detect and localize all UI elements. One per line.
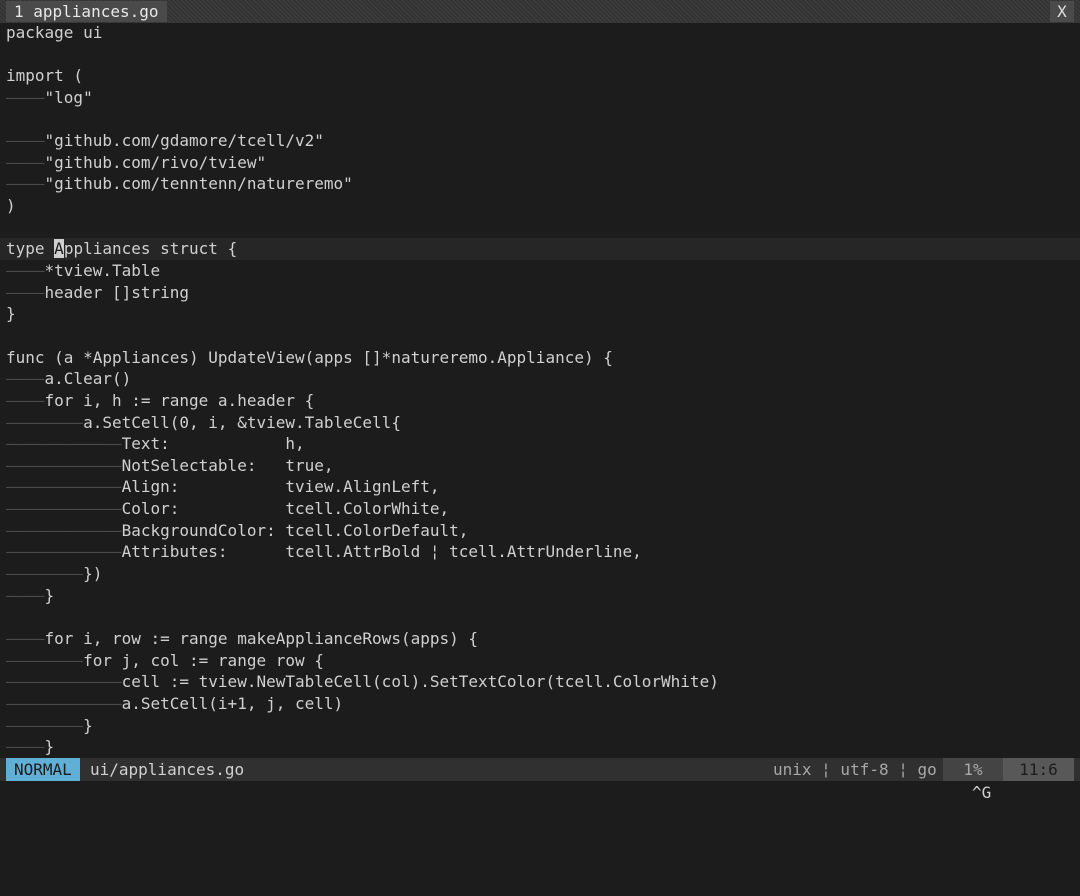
indent-guide: ––––: [6, 369, 45, 389]
code-line[interactable]: ––––*tview.Table: [0, 260, 1080, 282]
code-text: }: [44, 737, 55, 757]
code-text: for j, col := range row {: [83, 650, 324, 670]
code-line[interactable]: ––––a.Clear(): [0, 368, 1080, 390]
indent-guide: ––––––––––––: [6, 672, 122, 692]
statusline: NORMAL ui/appliances.go unix ¦ utf-8 ¦ g…: [0, 758, 1080, 781]
command-line[interactable]: ^G: [0, 781, 1080, 804]
indent-guide: ––––––––––––: [6, 434, 122, 454]
code-text: header []string: [44, 282, 190, 302]
code-text: }: [44, 585, 55, 605]
status-percent: 1%: [943, 758, 1003, 781]
code-text: type Appliances struct {: [6, 239, 238, 259]
indent-guide: ––––: [6, 390, 45, 410]
code-text: func (a *Appliances) UpdateView(apps []*…: [6, 347, 613, 367]
code-text: }: [6, 304, 16, 324]
code-line[interactable]: type Appliances struct {: [0, 238, 1080, 261]
code-line[interactable]: ––––––––for j, col := range row {: [0, 650, 1080, 672]
indent-guide: ––––: [6, 737, 45, 757]
code-line[interactable]: ––––––––––––Align: tview.AlignLeft,: [0, 476, 1080, 498]
close-tab-button[interactable]: X: [1050, 1, 1074, 22]
indent-guide: ––––––––––––: [6, 499, 122, 519]
code-text: Color: tcell.ColorWhite,: [121, 499, 450, 519]
code-line[interactable]: ––––––––a.SetCell(0, i, &tview.TableCell…: [0, 412, 1080, 434]
code-text: Attributes: tcell.AttrBold ¦ tcell.AttrU…: [121, 542, 642, 562]
editor-buffer[interactable]: package ui import (––––"log" ––––"github.c…: [0, 22, 1080, 758]
code-line[interactable]: [0, 109, 1080, 131]
code-text: }): [83, 564, 103, 584]
code-line[interactable]: import (: [0, 65, 1080, 87]
code-text: *tview.Table: [44, 261, 161, 281]
code-line[interactable]: ––––––––––––Attributes: tcell.AttrBold ¦…: [0, 541, 1080, 563]
code-text: "github.com/rivo/tview": [44, 152, 267, 172]
indent-guide: ––––: [6, 628, 45, 648]
code-text: NotSelectable: true,: [121, 455, 334, 475]
code-line[interactable]: ––––}: [0, 736, 1080, 758]
code-line[interactable]: ––––}: [0, 585, 1080, 607]
code-line[interactable]: ––––––––––––a.SetCell(i+1, j, cell): [0, 693, 1080, 715]
code-line[interactable]: ––––––––}: [0, 715, 1080, 737]
code-line[interactable]: [0, 44, 1080, 66]
code-line[interactable]: [0, 217, 1080, 239]
indent-guide: ––––––––: [6, 715, 84, 735]
indent-guide: ––––: [6, 152, 45, 172]
code-text: ): [6, 196, 16, 216]
code-line[interactable]: package ui: [0, 22, 1080, 44]
code-line[interactable]: [0, 325, 1080, 347]
indent-guide: ––––––––: [6, 650, 84, 670]
code-line[interactable]: ––––"github.com/tenntenn/natureremo": [0, 173, 1080, 195]
code-text: "github.com/tenntenn/natureremo": [44, 174, 353, 194]
code-text: import (: [6, 66, 84, 86]
code-line[interactable]: ––––"log": [0, 87, 1080, 109]
code-text: BackgroundColor: tcell.ColorDefault,: [121, 520, 469, 540]
indent-guide: ––––––––––––: [6, 477, 122, 497]
showcmd: ^G: [972, 783, 992, 802]
code-line[interactable]: ––––––––}): [0, 563, 1080, 585]
code-line[interactable]: ––––––––––––cell := tview.NewTableCell(c…: [0, 671, 1080, 693]
code-text: cell := tview.NewTableCell(col).SetTextC…: [121, 672, 719, 692]
code-text: for i, row := range makeApplianceRows(ap…: [44, 628, 479, 648]
status-filename: ui/appliances.go: [90, 760, 245, 779]
status-position: 11:6: [1003, 758, 1074, 781]
code-line[interactable]: ––––––––––––Text: h,: [0, 433, 1080, 455]
indent-guide: ––––: [6, 174, 45, 194]
code-text: Text: h,: [121, 434, 305, 454]
code-line[interactable]: ––––––––––––BackgroundColor: tcell.Color…: [0, 520, 1080, 542]
indent-guide: ––––: [6, 282, 45, 302]
indent-guide: ––––––––––––: [6, 693, 122, 713]
indent-guide: ––––––––––––: [6, 520, 122, 540]
code-text: a.SetCell(0, i, &tview.TableCell{: [83, 412, 401, 432]
code-text: a.Clear(): [44, 369, 132, 389]
code-text: "github.com/gdamore/tcell/v2": [44, 131, 324, 151]
code-line[interactable]: ––––––––––––Color: tcell.ColorWhite,: [0, 498, 1080, 520]
code-text: "log": [44, 87, 93, 107]
indent-guide: ––––––––: [6, 564, 84, 584]
code-line[interactable]: ––––"github.com/gdamore/tcell/v2": [0, 130, 1080, 152]
indent-guide: ––––––––––––: [6, 455, 122, 475]
code-line[interactable]: ––––header []string: [0, 282, 1080, 304]
mode-indicator: NORMAL: [6, 758, 80, 781]
code-line[interactable]: [0, 606, 1080, 628]
status-fileinfo: unix ¦ utf-8 ¦ go: [773, 760, 937, 779]
code-text: Align: tview.AlignLeft,: [121, 477, 440, 497]
code-line[interactable]: }: [0, 303, 1080, 325]
code-line[interactable]: ): [0, 195, 1080, 217]
code-text: }: [83, 715, 93, 735]
code-line[interactable]: func (a *Appliances) UpdateView(apps []*…: [0, 347, 1080, 369]
indent-guide: ––––: [6, 585, 45, 605]
code-line[interactable]: ––––––––––––NotSelectable: true,: [0, 455, 1080, 477]
code-line[interactable]: ––––for i, row := range makeApplianceRow…: [0, 628, 1080, 650]
text-cursor: A: [54, 239, 64, 259]
indent-guide: ––––: [6, 87, 45, 107]
tab-appliances-go[interactable]: 1 appliances.go: [6, 1, 167, 22]
indent-guide: ––––––––: [6, 412, 84, 432]
code-line[interactable]: ––––"github.com/rivo/tview": [0, 152, 1080, 174]
indent-guide: ––––––––––––: [6, 542, 122, 562]
code-line[interactable]: ––––for i, h := range a.header {: [0, 390, 1080, 412]
tabline: 1 appliances.go X: [0, 0, 1080, 23]
code-text: a.SetCell(i+1, j, cell): [121, 693, 344, 713]
code-text: for i, h := range a.header {: [44, 390, 315, 410]
indent-guide: ––––: [6, 261, 45, 281]
indent-guide: ––––: [6, 131, 45, 151]
code-text: package ui: [6, 23, 103, 42]
